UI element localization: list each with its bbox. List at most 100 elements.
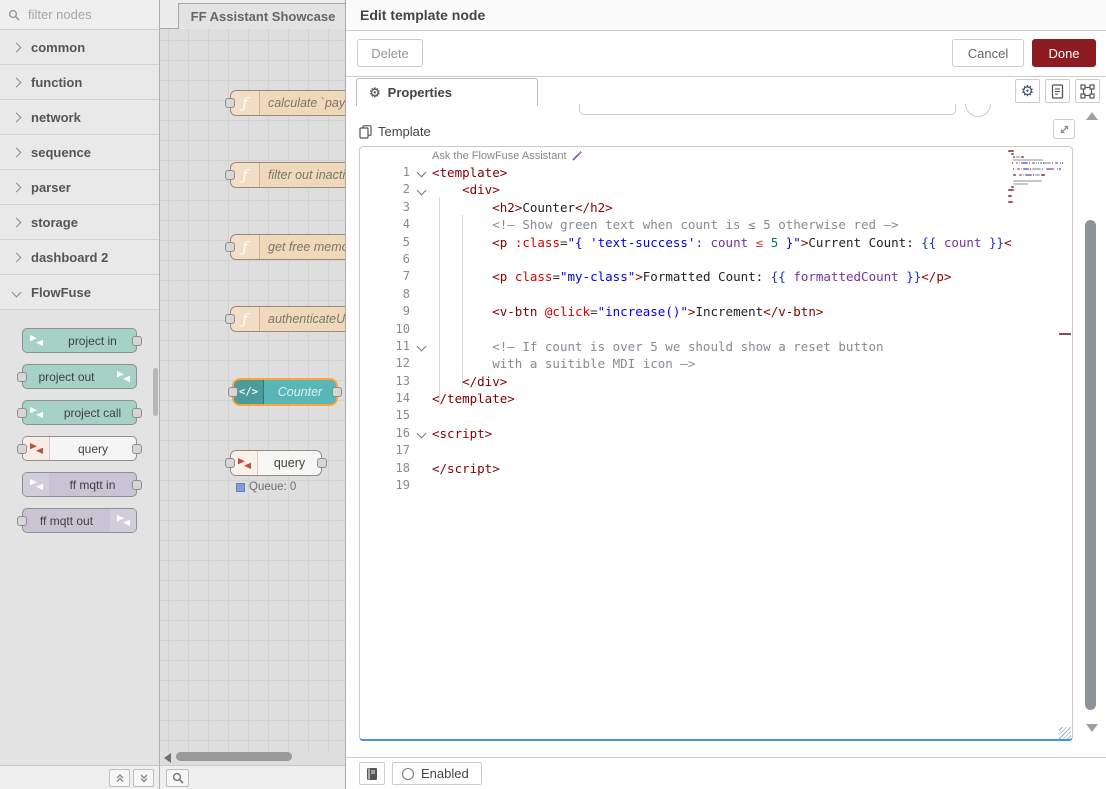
dialog-button-row: Delete Cancel Done [346, 31, 1106, 77]
input-port[interactable] [225, 170, 235, 180]
template-code-editor[interactable]: Ask the FlowFuse Assistant 1<template>2 … [359, 146, 1073, 741]
code-lines[interactable]: 1<template>2 <div>3 <h2>Counter</h2>4 <!… [360, 164, 1072, 494]
code-line-10[interactable]: 10 [360, 321, 1072, 338]
line-number: 14 [360, 390, 410, 407]
line-number: 18 [360, 460, 410, 477]
input-port[interactable] [17, 408, 27, 418]
palette-search[interactable] [0, 0, 159, 30]
editor-resize-handle[interactable] [1059, 727, 1071, 739]
palette-node-ff-mqtt-in[interactable]: ff mqtt in [22, 472, 137, 497]
cancel-button[interactable]: Cancel [952, 39, 1024, 67]
palette-node-ff-mqtt-out[interactable]: ff mqtt out [22, 508, 137, 533]
scroll-down-arrow-icon[interactable] [1086, 724, 1098, 732]
node-settings-button[interactable]: ⚙ [1015, 79, 1040, 103]
scroll-up-arrow-icon[interactable] [1086, 112, 1098, 120]
palette-category-sequence[interactable]: sequence [0, 135, 159, 170]
palette-node-project-in[interactable]: project in [22, 328, 137, 353]
output-port[interactable] [132, 336, 142, 346]
dialog-vertical-scrollbar[interactable] [1085, 220, 1096, 710]
docs-button[interactable] [359, 762, 385, 785]
assistant-hint[interactable]: Ask the FlowFuse Assistant [432, 150, 583, 162]
input-port[interactable] [17, 372, 27, 382]
canvas-node-get-free-memo[interactable]: ƒget free memo [230, 234, 345, 260]
node-red-workspace: commonfunctionnetworksequenceparserstora… [0, 0, 1106, 789]
line-number: 1 [360, 164, 410, 181]
input-port[interactable] [17, 444, 27, 454]
fold-chevron-icon[interactable] [410, 181, 432, 198]
palette-category-dashboard-2[interactable]: dashboard 2 [0, 240, 159, 275]
double-chevron-down-icon [139, 773, 149, 783]
search-icon [8, 9, 20, 21]
output-port[interactable] [332, 387, 342, 397]
code-line-19[interactable]: 19 [360, 477, 1072, 494]
code-line-5[interactable]: 5 <p :class="{ 'text-success': count ≤ 5… [360, 234, 1072, 251]
code-line-17[interactable]: 17 [360, 442, 1072, 459]
canvas-node-Counter[interactable]: </>Counter [232, 378, 338, 406]
status-text: Queue: 0 [249, 481, 296, 493]
code-line-4[interactable]: 4 <!— Show green text when count is ≤ 5 … [360, 216, 1072, 233]
code-line-12[interactable]: 12 with a suitible MDI icon —> [360, 355, 1072, 372]
collapse-all-button[interactable] [109, 769, 130, 787]
input-port[interactable] [225, 98, 235, 108]
palette-category-FlowFuse[interactable]: FlowFuse [0, 275, 159, 310]
input-port[interactable] [225, 314, 235, 324]
input-port[interactable] [225, 242, 235, 252]
palette-category-parser[interactable]: parser [0, 170, 159, 205]
palette-category-network[interactable]: network [0, 100, 159, 135]
chevron-right-icon [12, 147, 22, 157]
canvas-node-authenticateU[interactable]: ƒauthenticateU [230, 306, 345, 332]
node-appearance-button[interactable] [1075, 79, 1100, 103]
palette-category-function[interactable]: function [0, 65, 159, 100]
output-port[interactable] [132, 480, 142, 490]
chevron-down-icon [12, 287, 22, 297]
editor-minimap[interactable] [1008, 150, 1066, 207]
palette-node-query[interactable]: query [22, 436, 137, 461]
chevron-right-icon [12, 182, 22, 192]
palette-category-storage[interactable]: storage [0, 205, 159, 240]
output-port[interactable] [132, 444, 142, 454]
canvas-node-filter-out-inacti[interactable]: ƒfilter out inacti [230, 162, 345, 188]
flowfuse-chevron-icon [116, 370, 131, 383]
code-line-11[interactable]: 11 <!— If count is over 5 we should show… [360, 338, 1072, 355]
horizontal-scrollbar[interactable] [176, 752, 292, 761]
filter-nodes-input[interactable] [26, 6, 140, 23]
palette-category-common[interactable]: common [0, 30, 159, 65]
done-button[interactable]: Done [1032, 39, 1096, 67]
expand-editor-button[interactable] [1053, 119, 1075, 139]
input-port[interactable] [17, 516, 27, 526]
delete-button[interactable]: Delete [357, 39, 423, 67]
zoom-navigate-button[interactable] [166, 769, 189, 787]
code-line-14[interactable]: 14</template> [360, 390, 1072, 407]
code-line-1[interactable]: 1<template> [360, 164, 1072, 181]
canvas-node-query[interactable]: query [230, 450, 322, 476]
input-port[interactable] [228, 387, 238, 397]
palette-node-project-out[interactable]: project out [22, 364, 137, 389]
code-line-6[interactable]: 6 [360, 251, 1072, 268]
code-line-13[interactable]: 13 </div> [360, 373, 1072, 390]
expand-all-button[interactable] [133, 769, 154, 787]
palette-scrollbar[interactable] [153, 368, 158, 416]
code-line-9[interactable]: 9 <v-btn @click="increase()">Increment</… [360, 303, 1072, 320]
code-line-16[interactable]: 16<script> [360, 425, 1072, 442]
palette-node-project-call[interactable]: project call [22, 400, 137, 425]
fold-chevron-icon[interactable] [410, 164, 432, 181]
code-line-2[interactable]: 2 <div> [360, 181, 1072, 198]
input-port[interactable] [225, 458, 235, 468]
canvas-node-calculate-pay[interactable]: ƒcalculate `pay [230, 90, 345, 116]
code-line-8[interactable]: 8 [360, 286, 1072, 303]
code-line-7[interactable]: 7 <p class="my-class">Formatted Count: {… [360, 268, 1072, 285]
enabled-toggle-button[interactable]: Enabled [392, 762, 482, 785]
fold-chevron-icon[interactable] [410, 425, 432, 442]
output-port[interactable] [132, 408, 142, 418]
code-line-15[interactable]: 15 [360, 407, 1072, 424]
node-description-button[interactable] [1045, 79, 1070, 103]
output-port[interactable] [317, 458, 327, 468]
flow-tab[interactable]: FF Assistant Showcase [178, 3, 345, 29]
scroll-left-arrow-icon[interactable] [164, 753, 171, 763]
tab-properties[interactable]: ⚙ Properties [356, 78, 538, 106]
fold-chevron-icon[interactable] [410, 338, 432, 355]
flow-canvas-grid[interactable]: ƒcalculate `pay ƒfilter out inacti ƒget fr… [160, 29, 345, 752]
fold-gutter [410, 251, 432, 268]
code-line-18[interactable]: 18</script> [360, 460, 1072, 477]
code-line-3[interactable]: 3 <h2>Counter</h2> [360, 199, 1072, 216]
